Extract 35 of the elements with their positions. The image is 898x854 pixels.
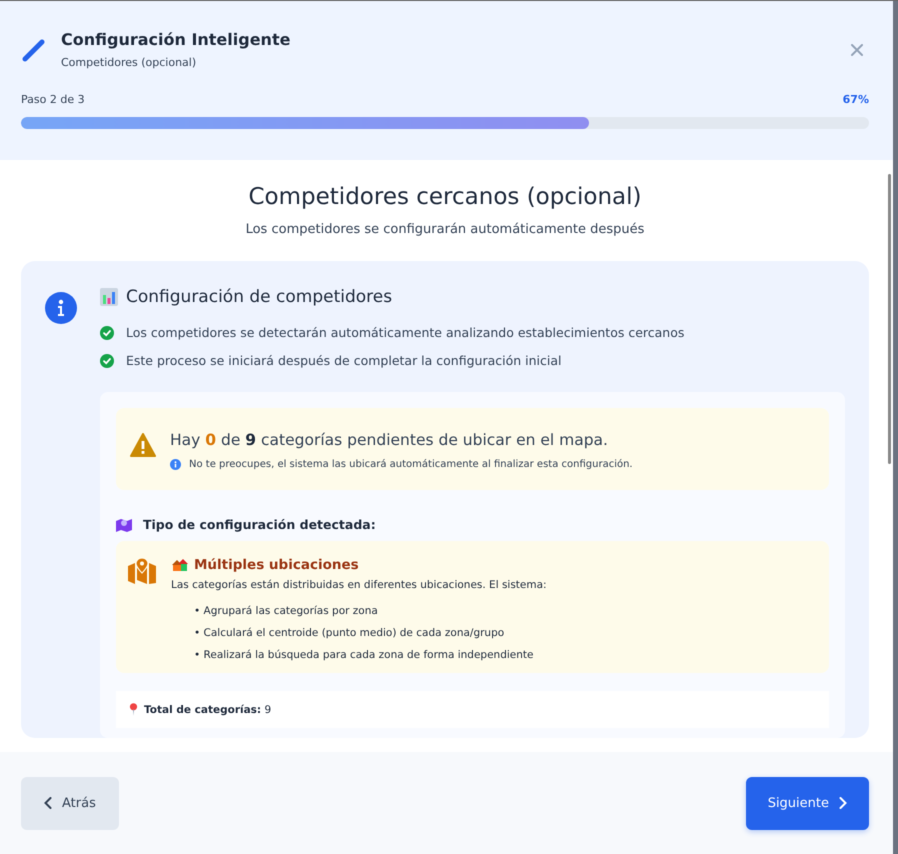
step-item: • Calculará el centroide (punto medio) de cada zona/grupo xyxy=(194,627,506,639)
map-pin-icon xyxy=(128,558,156,584)
step-item: • Agrupará las categorías por zona xyxy=(194,605,379,617)
section-subtitle: Los competidores se configurarán automáticamente después xyxy=(244,222,646,237)
section-title: Competidores cercanos (opcional) xyxy=(248,184,642,210)
check-item: Este proceso se iniciará después de completar la configuración inicial xyxy=(126,353,562,368)
card-heading: Configuración de competidores xyxy=(126,287,392,307)
pencil-icon xyxy=(21,36,47,62)
config-type-label: Tipo de configuración detectada: xyxy=(143,517,376,532)
dialog-subtitle: Competidores (opcional) xyxy=(61,56,198,69)
alert-message: Hay 0 de 9 categorías pendientes de ubicar en el mapa. xyxy=(170,431,609,449)
alert-note: No te preocupes, el sistema las ubicará automáticamente al finalizar esta configuración. xyxy=(189,459,633,470)
map-pin-icon xyxy=(116,518,132,532)
bar-chart-icon xyxy=(100,288,118,306)
close-icon xyxy=(851,44,863,56)
chevron-left-icon xyxy=(44,797,52,809)
chevron-right-icon xyxy=(839,797,847,809)
warning-icon xyxy=(130,433,156,457)
config-type-description: Las categorías están distribuidas en diferentes ubicaciones. El sistema: xyxy=(171,579,547,591)
dialog-title: Configuración Inteligente xyxy=(61,30,292,49)
info-icon xyxy=(170,459,181,470)
check-item: Los competidores se detectarán automáticamente analizando establecimientos cercanos xyxy=(126,325,684,340)
info-icon xyxy=(45,292,77,324)
progress-percent: 67% xyxy=(842,93,869,106)
scrollbar[interactable] xyxy=(888,174,891,464)
check-icon xyxy=(100,354,114,368)
total-categories: Total de categorías: 9 xyxy=(144,704,272,716)
config-type-title: Múltiples ubicaciones xyxy=(194,557,359,573)
next-button[interactable]: Siguiente xyxy=(746,776,869,830)
houses-icon xyxy=(172,558,188,572)
step-item: • Realizará la búsqueda para cada zona de forma independiente xyxy=(194,649,534,661)
back-button[interactable]: Atrás xyxy=(21,776,119,830)
pushpin-icon xyxy=(129,703,138,716)
step-label: Paso 2 de 3 xyxy=(21,93,85,106)
check-icon xyxy=(100,326,114,340)
